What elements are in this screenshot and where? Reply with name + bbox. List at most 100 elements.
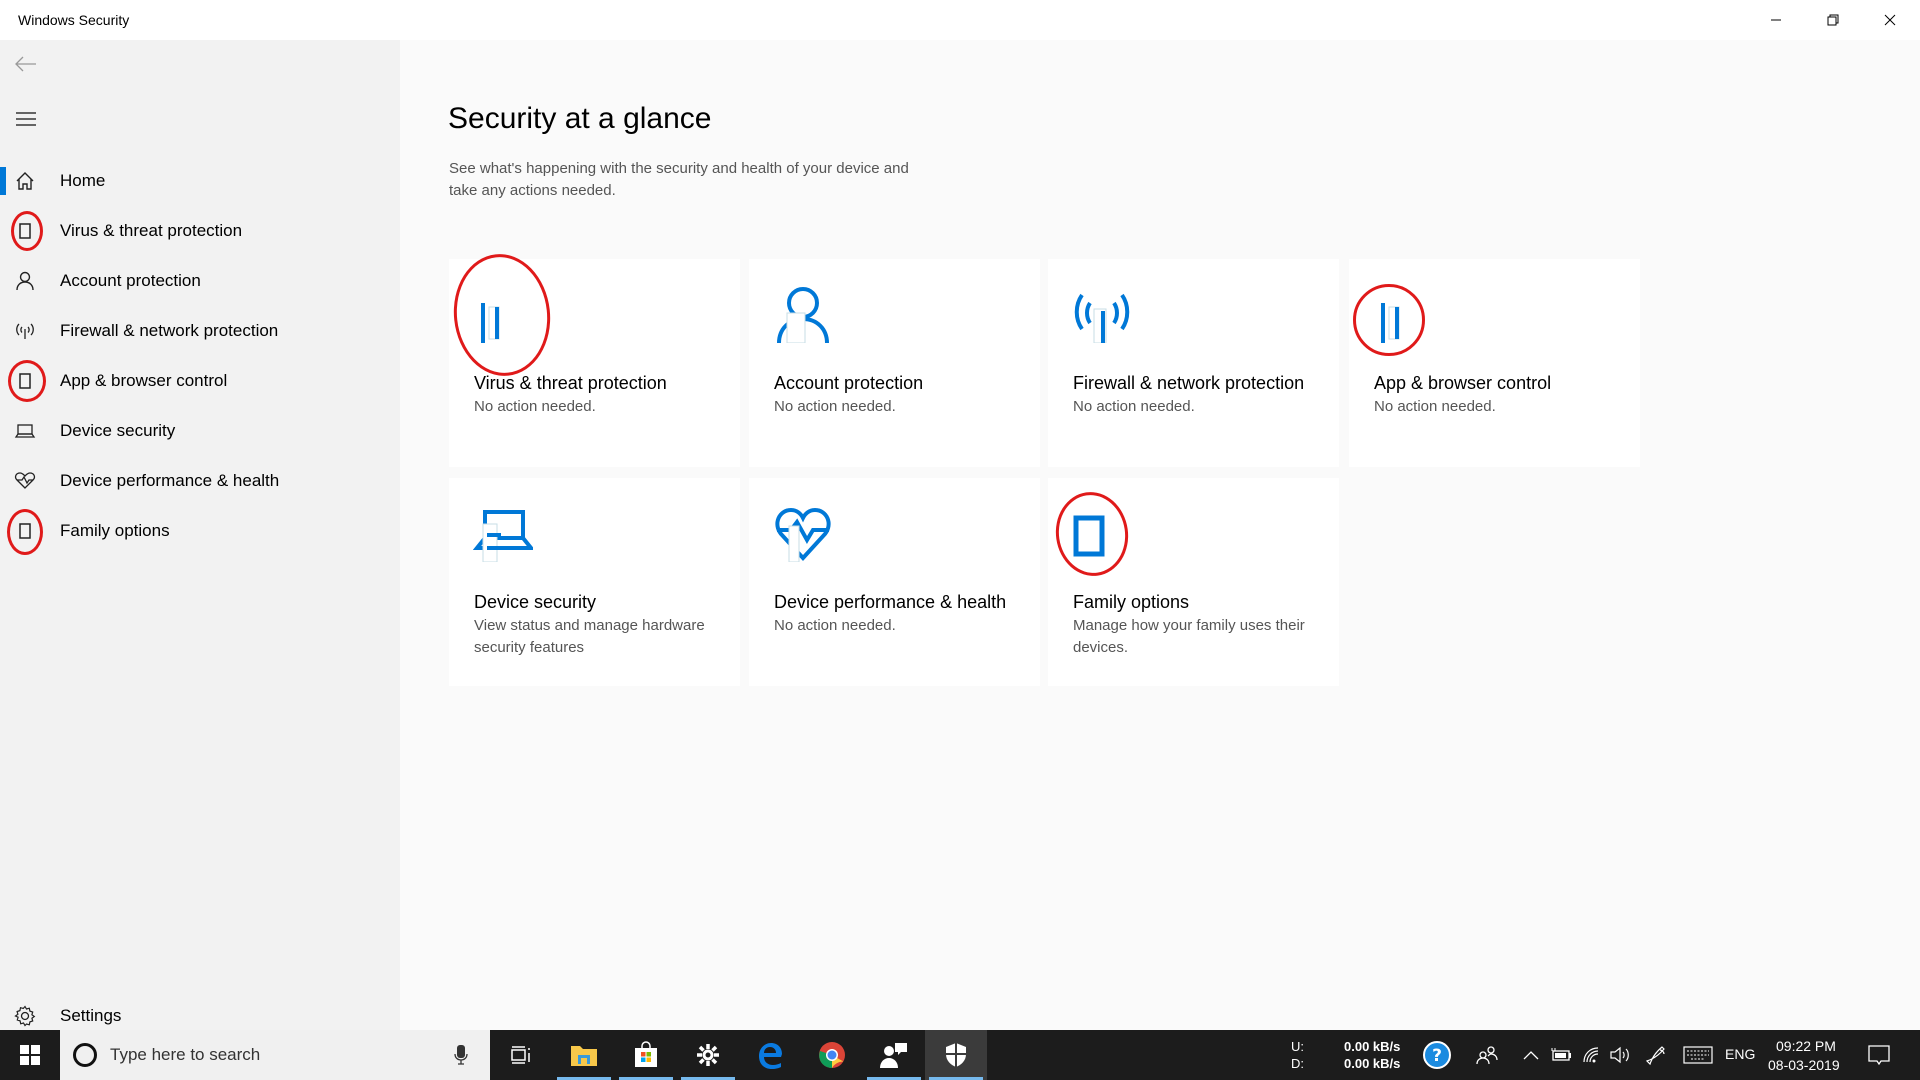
page-subtitle: See what's happening with the security a… bbox=[449, 160, 909, 199]
sidebar-item-label: Device security bbox=[60, 421, 176, 440]
tile-status: No action needed. bbox=[474, 398, 596, 415]
help-tray-button[interactable]: ? bbox=[1423, 1041, 1451, 1069]
sidebar-item-label: Family options bbox=[60, 521, 170, 540]
touch-keyboard-button[interactable] bbox=[1681, 1043, 1715, 1067]
tile-device-performance-health[interactable]: Device performance & health No action nee… bbox=[749, 478, 1040, 686]
clock-time[interactable]: 09:22 PM bbox=[1776, 1038, 1836, 1054]
laptop-icon bbox=[473, 510, 533, 562]
taskbar-edge[interactable] bbox=[739, 1030, 801, 1080]
start-button[interactable] bbox=[0, 1030, 60, 1080]
missing-glyph-icon bbox=[481, 303, 500, 343]
windows-ink-button[interactable] bbox=[1645, 1043, 1669, 1067]
help-question-icon: ? bbox=[1423, 1041, 1451, 1069]
page-title: Security at a glance bbox=[448, 102, 712, 135]
sidebar-item-firewall[interactable]: Firewall & network protection bbox=[0, 309, 400, 353]
clock-date[interactable]: 08-03-2019 bbox=[1768, 1057, 1840, 1073]
action-center-button[interactable] bbox=[1866, 1042, 1892, 1068]
tile-virus-threat-protection[interactable]: Virus & threat protection No action neede… bbox=[447, 249, 740, 467]
heart-pulse-icon bbox=[775, 507, 831, 562]
sidebar-item-virus-threat[interactable]: Virus & threat protection bbox=[0, 209, 400, 253]
store-icon bbox=[635, 1041, 657, 1067]
tile-title: Account protection No action needed. bbox=[774, 371, 1024, 418]
missing-glyph-icon bbox=[13, 219, 37, 243]
battery-button[interactable] bbox=[1549, 1043, 1573, 1067]
taskbar-task-view[interactable] bbox=[490, 1030, 552, 1080]
sidebar-item-label: App & browser control bbox=[60, 371, 228, 390]
taskbar-chrome[interactable] bbox=[801, 1030, 863, 1080]
title-bar: Windows Security bbox=[0, 0, 1920, 40]
tile-app-browser-control[interactable]: App & browser control No action needed. bbox=[1349, 259, 1640, 467]
heart-pulse-icon bbox=[13, 469, 37, 493]
minimize-button[interactable] bbox=[1748, 0, 1804, 40]
svg-text:?: ? bbox=[1432, 1046, 1442, 1066]
tile-family-options[interactable]: Family options Manage how your family use… bbox=[1048, 478, 1339, 686]
back-button[interactable] bbox=[12, 50, 40, 78]
gear-icon bbox=[697, 1044, 719, 1066]
taskbar-windows-security[interactable] bbox=[925, 1030, 987, 1080]
sidebar-item-family-options[interactable]: Family options bbox=[0, 509, 400, 555]
tile-title: Firewall & network protection No action n… bbox=[1073, 371, 1323, 418]
input-language[interactable]: ENG bbox=[1725, 1046, 1755, 1062]
keyboard-icon bbox=[1683, 1046, 1713, 1064]
tile-title: Device security View status and manage ha… bbox=[474, 590, 724, 659]
back-arrow-icon bbox=[15, 56, 36, 72]
sidebar-item-label: Settings bbox=[60, 1006, 122, 1025]
tile-device-security[interactable]: Device security View status and manage ha… bbox=[449, 478, 740, 686]
sidebar-item-app-browser[interactable]: App & browser control bbox=[0, 359, 400, 403]
show-hidden-icons-button[interactable] bbox=[1519, 1043, 1543, 1067]
cortana-icon bbox=[73, 1043, 97, 1067]
missing-glyph-icon bbox=[13, 369, 37, 393]
tile-status: No action needed. bbox=[1073, 398, 1195, 415]
tile-status: No action needed. bbox=[774, 398, 896, 415]
network-button[interactable] bbox=[1580, 1043, 1604, 1067]
upload-label: U: bbox=[1291, 1039, 1304, 1054]
wifi-icon bbox=[1583, 1047, 1599, 1063]
sidebar-item-label: Home bbox=[60, 171, 106, 190]
volume-button[interactable] bbox=[1608, 1043, 1632, 1067]
people-button[interactable] bbox=[1475, 1043, 1499, 1067]
missing-glyph-icon bbox=[13, 519, 37, 543]
sidebar-item-label: Firewall & network protection bbox=[60, 321, 279, 340]
sidebar-item-device-security[interactable]: Device security bbox=[0, 409, 400, 453]
tile-title: Virus & threat protection No action neede… bbox=[474, 371, 724, 418]
taskbar-file-explorer[interactable] bbox=[553, 1030, 615, 1080]
download-speed: 0.00 kB/s bbox=[1344, 1056, 1401, 1071]
search-placeholder: Type here to search bbox=[110, 1045, 261, 1064]
sidebar-item-label: Virus & threat protection bbox=[60, 221, 243, 240]
missing-glyph-icon bbox=[1073, 515, 1105, 557]
restore-icon bbox=[1827, 14, 1839, 26]
task-view-icon bbox=[511, 1046, 530, 1064]
menu-button[interactable] bbox=[12, 105, 40, 133]
upload-speed: 0.00 kB/s bbox=[1344, 1039, 1401, 1054]
taskbar-settings[interactable] bbox=[677, 1030, 739, 1080]
windows-logo-icon bbox=[20, 1045, 40, 1065]
sidebar-item-device-performance[interactable]: Device performance & health bbox=[0, 459, 400, 503]
tile-account-protection[interactable]: Account protection No action needed. bbox=[749, 259, 1040, 467]
tile-firewall-network-protection[interactable]: Firewall & network protection No action n… bbox=[1048, 259, 1339, 467]
pen-icon bbox=[1646, 1046, 1665, 1066]
tile-status: View status and manage hardware security… bbox=[474, 617, 705, 656]
gear-icon bbox=[13, 1004, 37, 1028]
person-icon bbox=[13, 269, 37, 293]
close-icon bbox=[1884, 14, 1896, 26]
sidebar-item-account-protection[interactable]: Account protection bbox=[0, 259, 400, 303]
microphone-icon[interactable] bbox=[454, 1044, 468, 1066]
hamburger-menu-icon bbox=[16, 112, 36, 126]
battery-charging-icon bbox=[1551, 1048, 1571, 1061]
people-icon bbox=[1476, 1046, 1498, 1065]
selected-indicator bbox=[0, 167, 6, 195]
taskbar-feedback-hub[interactable] bbox=[863, 1030, 925, 1080]
close-button[interactable] bbox=[1862, 0, 1918, 40]
restore-button[interactable] bbox=[1805, 0, 1861, 40]
taskbar-microsoft-store[interactable] bbox=[615, 1030, 677, 1080]
taskbar-search-box[interactable]: Type here to search bbox=[60, 1030, 490, 1080]
home-icon bbox=[13, 169, 37, 193]
app-title: Windows Security bbox=[18, 12, 130, 28]
antenna-icon bbox=[1074, 293, 1130, 343]
sidebar-item-home[interactable]: Home bbox=[0, 159, 400, 203]
missing-glyph-icon bbox=[1381, 303, 1400, 343]
tile-title: Family options Manage how your family use… bbox=[1073, 590, 1323, 659]
notification-icon bbox=[1868, 1045, 1890, 1066]
sidebar-item-label: Account protection bbox=[60, 271, 201, 290]
person-icon bbox=[777, 287, 829, 343]
